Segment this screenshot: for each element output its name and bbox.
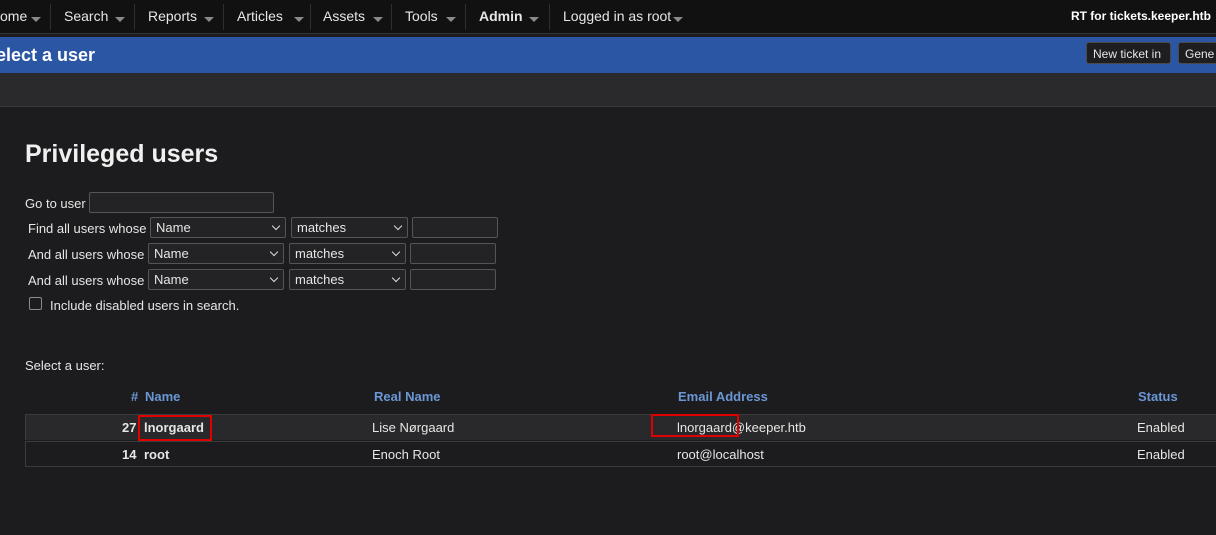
menu-home-label: ome [0, 8, 28, 24]
column-header-id[interactable]: # [131, 389, 138, 404]
menu-search-label: Search [64, 8, 109, 24]
menu-admin-label: Admin [479, 8, 523, 24]
real-name-cell: Lise Nørgaard [372, 420, 455, 435]
menu-articles-label: Articles [237, 8, 283, 24]
filter-field-value: Name [154, 246, 189, 261]
filter-label: And all users whose [28, 273, 145, 288]
menu-divider [134, 4, 135, 30]
chevron-down-icon [529, 17, 539, 22]
filter-op-select[interactable]: matches [289, 269, 406, 290]
menu-articles[interactable]: Articles [237, 0, 307, 33]
menu-admin[interactable]: Admin [479, 0, 541, 33]
select-user-label: Select a user: [25, 358, 105, 373]
chevron-down-icon [446, 17, 456, 22]
menu-home[interactable]: ome [0, 0, 46, 33]
filter-op-value: matches [295, 246, 345, 261]
filter-op-value: matches [297, 220, 347, 235]
filter-value-input[interactable] [412, 217, 498, 238]
include-disabled-label: Include disabled users in search. [50, 298, 240, 313]
queue-select[interactable]: Gene [1178, 42, 1216, 64]
menu-logged-in-label: Logged in as root [563, 8, 672, 24]
email-cell: root@localhost [677, 447, 764, 462]
column-header-email[interactable]: Email Address [678, 389, 768, 404]
menu-tools-label: Tools [405, 8, 438, 24]
user-id-cell: 14 [122, 447, 137, 462]
real-name-cell: Enoch Root [372, 447, 440, 462]
chevron-down-icon [391, 247, 401, 257]
chevron-down-icon [294, 17, 304, 22]
status-cell: Enabled [1137, 447, 1185, 462]
go-to-user-label: Go to user [25, 196, 86, 211]
filter-field-select[interactable]: Name [148, 243, 284, 264]
include-disabled-checkbox[interactable] [29, 297, 42, 310]
go-to-user-input[interactable] [89, 192, 274, 213]
filter-op-select[interactable]: matches [291, 217, 408, 238]
chevron-down-icon [204, 17, 214, 22]
filter-op-value: matches [295, 272, 345, 287]
top-menu-bar: ome Search Reports Articles Assets Tools… [0, 0, 1216, 34]
menu-divider [223, 4, 224, 30]
menu-divider [465, 4, 466, 30]
menu-divider [50, 4, 51, 30]
column-header-status[interactable]: Status [1138, 389, 1178, 404]
status-cell: Enabled [1137, 420, 1185, 435]
menu-assets[interactable]: Assets [323, 0, 385, 33]
chevron-down-icon [269, 247, 279, 257]
chevron-down-icon [373, 17, 383, 22]
column-header-real-name[interactable]: Real Name [374, 389, 440, 404]
menu-assets-label: Assets [323, 8, 366, 24]
column-header-name[interactable]: Name [145, 389, 180, 404]
menu-search[interactable]: Search [64, 0, 128, 33]
filter-value-input[interactable] [410, 243, 496, 264]
chevron-down-icon [269, 273, 279, 283]
menu-divider [310, 4, 311, 30]
chevron-down-icon [391, 273, 401, 283]
site-title: RT for tickets.keeper.htb [1070, 9, 1211, 23]
user-name-link[interactable]: lnorgaard [144, 420, 204, 435]
user-name-link[interactable]: root [144, 447, 169, 462]
chevron-down-icon [673, 17, 683, 22]
user-id-cell: 27 [122, 420, 137, 435]
chevron-down-icon [271, 221, 281, 231]
filter-value-input[interactable] [410, 269, 496, 290]
filter-label: Find all users whose [28, 221, 147, 236]
menu-divider [391, 4, 392, 30]
menu-tools[interactable]: Tools [405, 0, 460, 33]
chevron-down-icon [31, 17, 41, 22]
filter-label: And all users whose [28, 247, 145, 262]
new-ticket-button[interactable]: New ticket in [1086, 42, 1171, 64]
filter-field-select[interactable]: Name [148, 269, 284, 290]
page-title: elect a user [0, 45, 96, 65]
menu-logged-in[interactable]: Logged in as root [563, 0, 688, 33]
chevron-down-icon [393, 221, 403, 231]
filter-op-select[interactable]: matches [289, 243, 406, 264]
chevron-down-icon [115, 17, 125, 22]
menu-divider [549, 4, 550, 30]
email-cell: lnorgaard@keeper.htb [677, 420, 806, 435]
menu-reports[interactable]: Reports [148, 0, 218, 33]
filter-field-value: Name [156, 220, 191, 235]
table-row: 27 lnorgaard Lise Nørgaard lnorgaard@kee… [25, 414, 1216, 440]
page-header: elect a user New ticket in Gene [0, 37, 1216, 73]
page-menu-bar [0, 73, 1216, 107]
table-row: 14 root Enoch Root root@localhost Enable… [25, 441, 1216, 467]
menu-reports-label: Reports [148, 8, 198, 24]
filter-field-value: Name [154, 272, 189, 287]
page-heading: Privileged users [25, 140, 219, 168]
filter-field-select[interactable]: Name [150, 217, 286, 238]
